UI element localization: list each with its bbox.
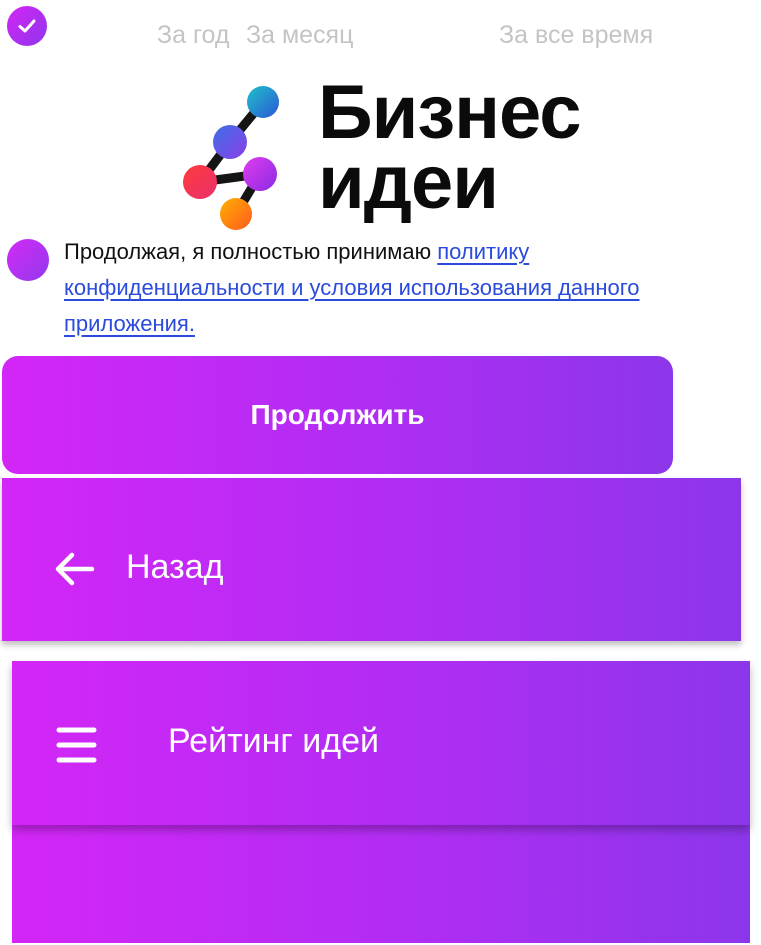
menu-button[interactable] [56,724,98,766]
hamburger-menu-icon [56,727,97,763]
app-logo [178,84,288,234]
tab-all-time[interactable]: За все время [499,18,653,52]
tab-month[interactable]: За месяц [246,18,353,52]
back-button[interactable] [52,550,96,588]
consent-text: Продолжая, я полностью принимаю политику… [64,234,664,342]
selected-check-badge[interactable] [7,6,47,46]
brand-wordmark: Бизнес идеи [318,70,582,225]
consent-radio[interactable] [7,239,49,281]
content-header-background [12,825,750,943]
back-label[interactable]: Назад [126,548,223,587]
page-title: Рейтинг идей [168,722,380,760]
molecule-logo-icon [183,86,279,230]
arrow-left-icon [55,552,95,586]
tab-year[interactable]: За год [157,18,229,52]
back-app-bar [2,478,741,641]
brand-line-1: Бизнес [318,70,582,155]
consent-prefix: Продолжая, я полностью принимаю [64,239,438,264]
brand-line-2: идеи [318,140,499,225]
check-icon [18,19,36,33]
continue-button[interactable]: Продолжить [2,356,673,474]
rating-app-bar [12,661,750,825]
